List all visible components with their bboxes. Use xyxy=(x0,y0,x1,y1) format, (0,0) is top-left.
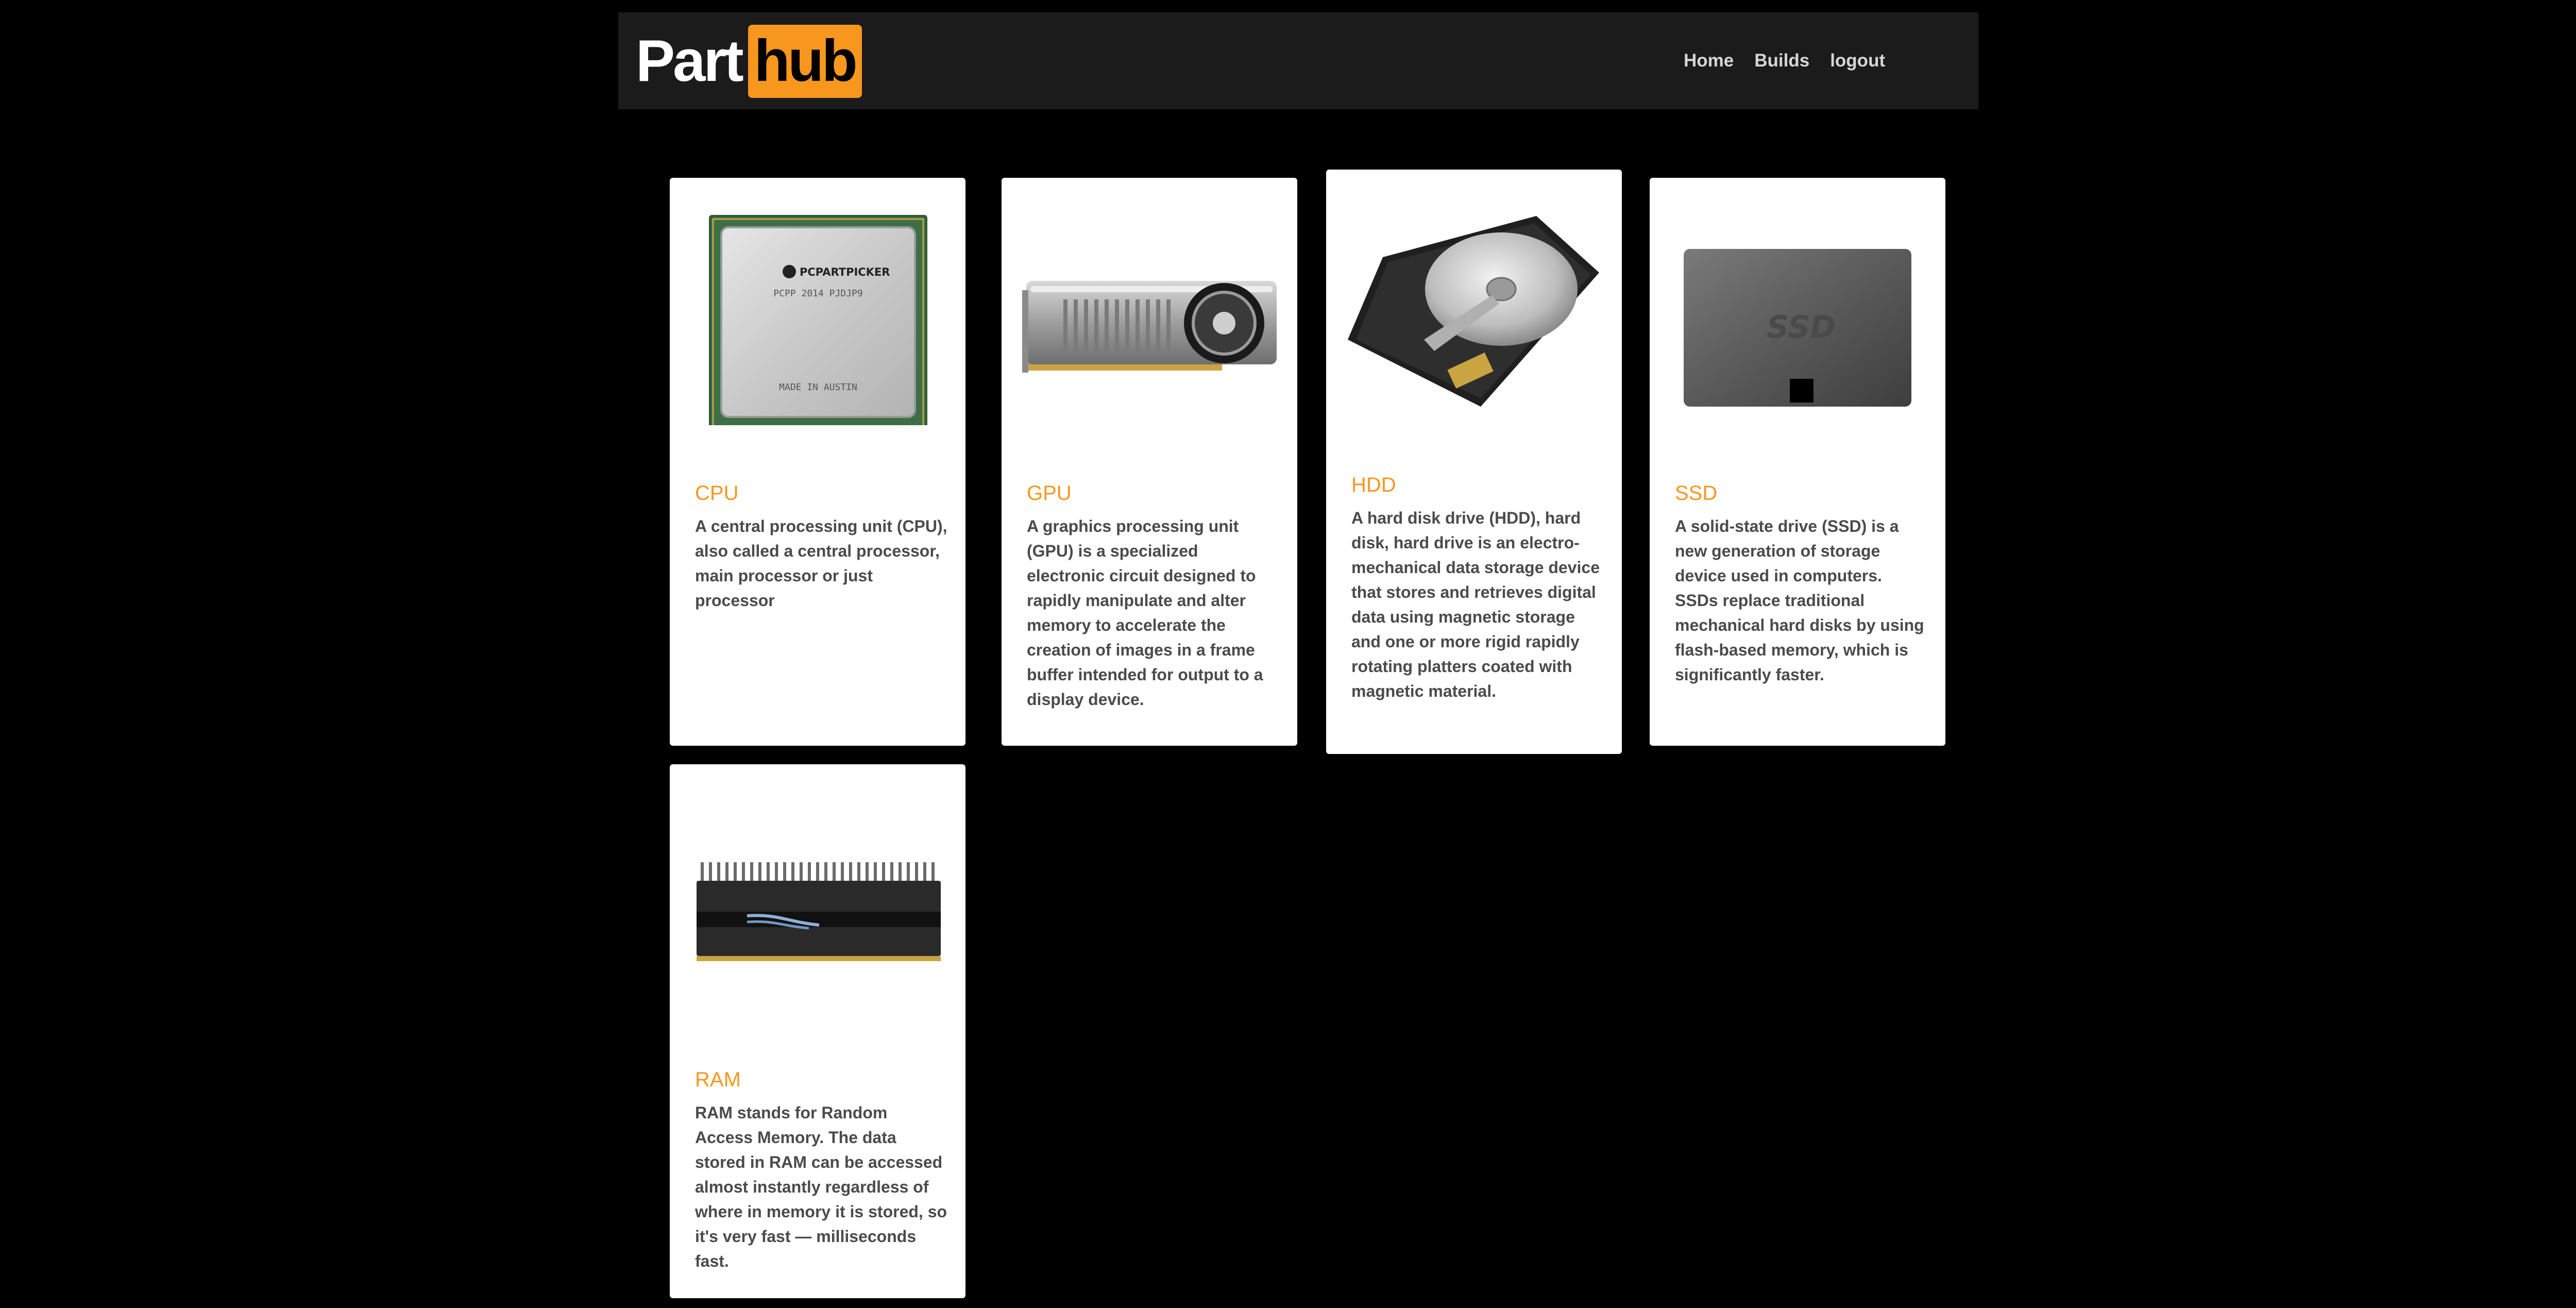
card-title-gpu: GPU xyxy=(1027,482,1072,505)
cpu-chip-origin: MADE IN AUSTIN xyxy=(779,382,857,393)
card-description-hdd: A hard disk drive (HDD), hard disk, hard… xyxy=(1351,509,1600,700)
cpu-chip-brand: PCPARTPICKER xyxy=(800,266,890,278)
ram-image xyxy=(697,862,941,961)
part-card-hdd[interactable]: HDD A hard disk drive (HDD), hard disk, … xyxy=(1326,170,1622,754)
part-card-cpu[interactable]: PCPARTPICKER PCPP 2014 PJDJP9 MADE IN AU… xyxy=(670,178,965,746)
part-card-ram[interactable]: RAM RAM stands for Random Access Memory.… xyxy=(670,764,965,1298)
part-card-ssd[interactable]: SSD SSD A solid-state drive (SSD) is a n… xyxy=(1650,178,1945,746)
cpu-image: PCPARTPICKER PCPP 2014 PJDJP9 MADE IN AU… xyxy=(709,215,927,425)
ssd-image: SSD xyxy=(1684,249,1911,407)
hdd-image xyxy=(1348,216,1599,407)
gpu-image xyxy=(1022,281,1277,373)
nav-link-builds[interactable]: Builds xyxy=(1754,52,1809,70)
brand-logo[interactable]: Part hub xyxy=(636,25,862,98)
card-title-cpu: CPU xyxy=(695,482,739,505)
brand-hub-badge: hub xyxy=(748,25,862,98)
nav-links: Home Builds logout xyxy=(1684,52,1885,70)
card-description-ssd: A solid-state drive (SSD) is a new gener… xyxy=(1675,517,1924,684)
card-description-cpu: A central processing unit (CPU), also ca… xyxy=(695,517,947,610)
card-title-hdd: HDD xyxy=(1351,474,1396,496)
cpu-chip-model: PCPP 2014 PJDJP9 xyxy=(773,288,862,299)
card-title-ssd: SSD xyxy=(1675,482,1718,505)
nav-link-home[interactable]: Home xyxy=(1684,52,1734,70)
brand-part-text: Part xyxy=(636,28,744,94)
ssd-label: SSD xyxy=(1767,309,1836,345)
navbar: Part hub Home Builds logout xyxy=(618,12,1978,109)
card-title-ram: RAM xyxy=(695,1068,741,1091)
part-card-gpu[interactable]: GPU A graphics processing unit (GPU) is … xyxy=(1002,178,1297,746)
card-description-gpu: A graphics processing unit (GPU) is a sp… xyxy=(1027,517,1263,709)
nav-link-logout[interactable]: logout xyxy=(1830,52,1885,70)
card-description-ram: RAM stands for Random Access Memory. The… xyxy=(695,1103,947,1270)
